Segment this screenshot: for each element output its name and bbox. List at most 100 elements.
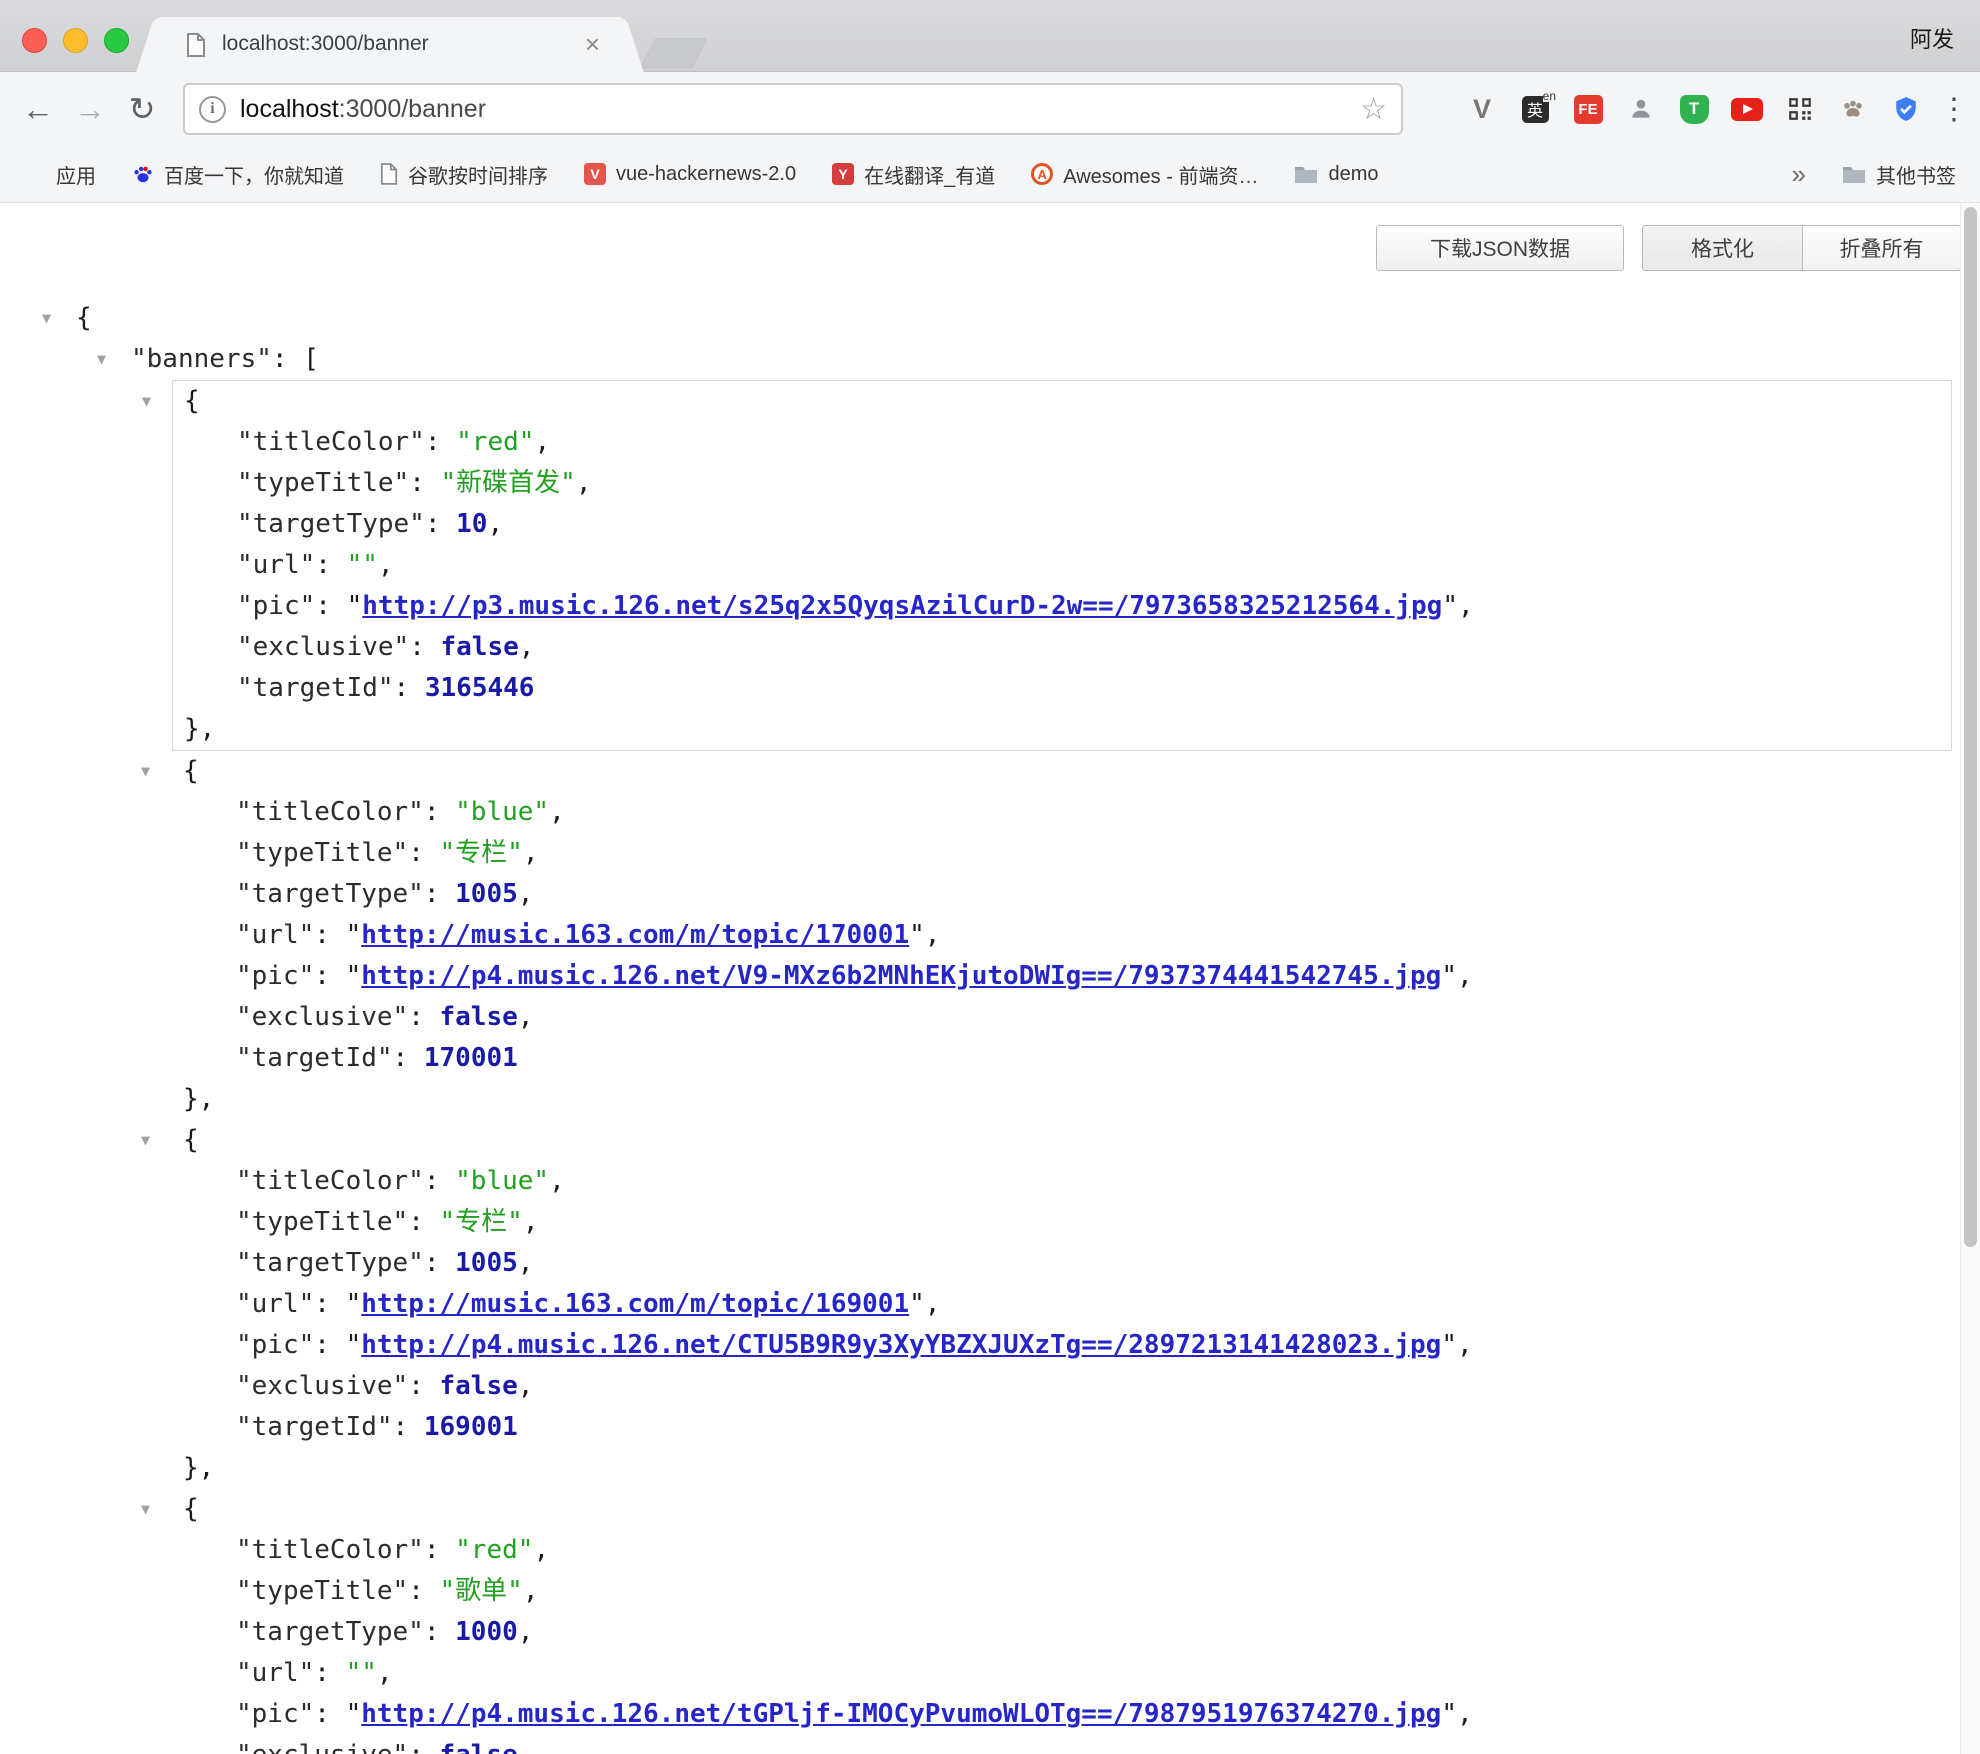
json-key: "targetId" [236, 1043, 393, 1073]
bookmark-label: demo [1328, 163, 1378, 186]
json-colon: : [408, 1576, 439, 1606]
json-line: ▼{ [0, 298, 1958, 339]
page-icon [380, 163, 398, 185]
address-bar[interactable]: i localhost:3000/banner ☆ [183, 83, 1403, 135]
bookmark-apps[interactable]: 应用 [24, 160, 96, 189]
t-glyph: T [1680, 95, 1709, 124]
bookmark-star-icon[interactable]: ☆ [1360, 92, 1387, 127]
json-colon: : [425, 509, 456, 539]
scrollbar-thumb[interactable] [1964, 207, 1977, 1247]
json-comma: , [518, 1371, 534, 1401]
nav-buttons: ← → ↻ [12, 72, 168, 146]
json-key: "targetId" [237, 673, 394, 703]
bookmarks-overflow-chevron[interactable]: » [1792, 159, 1806, 190]
json-comma: , [518, 1617, 534, 1647]
json-url-link[interactable]: http://p4.music.126.net/CTU5B9R9y3XyYBZX… [361, 1330, 1441, 1360]
bookmark-google-sort[interactable]: 谷歌按时间排序 [380, 160, 548, 189]
json-line: ▼{ [172, 751, 1952, 792]
json-colon: : [314, 961, 345, 991]
json-string-value: "blue" [455, 797, 549, 827]
json-quote: " [346, 920, 362, 950]
youtube-extension-icon[interactable] [1730, 92, 1764, 126]
shield-t-extension-icon[interactable]: T [1677, 92, 1711, 126]
translate-extension-icon[interactable]: 英en [1518, 92, 1552, 126]
menu-icon[interactable]: ⋮ [1942, 92, 1966, 126]
bookmark-label: Awesomes - 前端资… [1063, 160, 1258, 189]
collapse-toggle-icon[interactable]: ▼ [141, 1489, 150, 1530]
vue-icon: V [584, 163, 606, 185]
window-close-button[interactable] [22, 28, 47, 53]
json-line: ▼{ [173, 381, 1951, 422]
window-fullscreen-button[interactable] [104, 28, 129, 53]
json-colon: : [314, 1330, 345, 1360]
json-key: "typeTitle" [236, 1576, 408, 1606]
baidu-paw-icon [132, 163, 154, 185]
collapse-toggle-icon[interactable]: ▼ [142, 381, 151, 422]
json-comma: , [533, 1535, 549, 1565]
json-line: }, [173, 709, 1951, 750]
json-url-link[interactable]: http://music.163.com/m/topic/169001 [361, 1289, 909, 1319]
fe-extension-icon[interactable]: FE [1571, 92, 1605, 126]
bookmark-label: 百度一下，你就知道 [164, 160, 344, 189]
collapse-toggle-icon[interactable]: ▼ [42, 298, 76, 339]
extensions-area: V 英en FE T ⋮ [1465, 72, 1966, 146]
vimium-extension-icon[interactable]: V [1465, 92, 1499, 126]
collapse-toggle-icon[interactable]: ▼ [141, 1120, 150, 1161]
bookmark-vue-hackernews[interactable]: V vue-hackernews-2.0 [584, 163, 796, 186]
browser-tab[interactable]: localhost:3000/banner × [158, 17, 622, 73]
json-number-value: 169001 [424, 1412, 518, 1442]
json-comma: , [523, 1207, 539, 1237]
json-number-value: 1005 [455, 1248, 518, 1278]
json-colon: : [409, 632, 440, 662]
json-open-brace: { [183, 1125, 199, 1155]
json-banner-list: ▼{"titleColor": "red","typeTitle": "新碟首发… [172, 380, 1952, 1754]
json-url-link[interactable]: http://p4.music.126.net/V9-MXz6b2MNhEKju… [361, 961, 1441, 991]
json-open-brace: { [184, 386, 200, 416]
json-line: "exclusive": false, [173, 627, 1951, 668]
window-minimize-button[interactable] [63, 28, 88, 53]
bookmark-baidu[interactable]: 百度一下，你就知道 [132, 160, 344, 189]
forward-button[interactable]: → [64, 91, 116, 128]
collapse-toggle-icon[interactable]: ▼ [141, 751, 150, 792]
browser-window: localhost:3000/banner × 阿发 ← → ↻ i local… [0, 0, 1980, 1754]
awesomes-icon: A [1031, 163, 1053, 185]
json-colon: : [424, 879, 455, 909]
json-key: "targetType" [236, 879, 424, 909]
json-number-value: 1000 [455, 1617, 518, 1647]
json-key: "typeTitle" [236, 1207, 408, 1237]
json-line: "targetType": 1005, [172, 874, 1952, 915]
bookmark-awesomes[interactable]: A Awesomes - 前端资… [1031, 160, 1258, 189]
json-boolean-value: false [440, 1002, 518, 1032]
json-key: "exclusive" [236, 1371, 408, 1401]
page-info-icon[interactable]: i [199, 96, 226, 123]
qr-code-extension-icon[interactable] [1783, 92, 1817, 126]
json-line: "url": "http://music.163.com/m/topic/170… [172, 915, 1952, 956]
bookmark-demo[interactable]: demo [1294, 163, 1378, 186]
json-open-brace: { [183, 1494, 199, 1524]
close-tab-icon[interactable]: × [585, 29, 600, 60]
json-colon: : [314, 1289, 345, 1319]
json-colon: : [424, 1248, 455, 1278]
bookmark-label: 在线翻译_有道 [864, 160, 995, 189]
json-url-link[interactable]: http://p4.music.126.net/tGPljf-IMOCyPvum… [361, 1699, 1441, 1729]
paw-extension-icon[interactable] [1836, 92, 1870, 126]
collapse-toggle-icon[interactable]: ▼ [97, 339, 131, 380]
json-line: "pic": "http://p3.music.126.net/s25q2x5Q… [173, 586, 1951, 627]
shield-check-extension-icon[interactable] [1889, 92, 1923, 126]
json-comma: , [925, 920, 941, 950]
json-url-link[interactable]: http://music.163.com/m/topic/170001 [361, 920, 909, 950]
new-tab-button[interactable] [641, 38, 708, 68]
json-key: "typeTitle" [236, 838, 408, 868]
json-url-link[interactable]: http://p3.music.126.net/s25q2x5QyqsAzilC… [362, 591, 1442, 621]
json-string-value: "歌单" [440, 1576, 523, 1606]
reload-button[interactable]: ↻ [116, 90, 168, 128]
json-line: "url": "http://music.163.com/m/topic/169… [172, 1284, 1952, 1325]
json-quote: " [1442, 591, 1458, 621]
person-extension-icon[interactable] [1624, 92, 1658, 126]
bookmark-youdao[interactable]: Y 在线翻译_有道 [832, 160, 995, 189]
json-key: "exclusive" [237, 632, 409, 662]
other-bookmarks[interactable]: 其他书签 [1842, 160, 1956, 189]
json-line: "typeTitle": "歌单", [172, 1571, 1952, 1612]
json-colon: : [315, 550, 346, 580]
back-button[interactable]: ← [12, 91, 64, 128]
